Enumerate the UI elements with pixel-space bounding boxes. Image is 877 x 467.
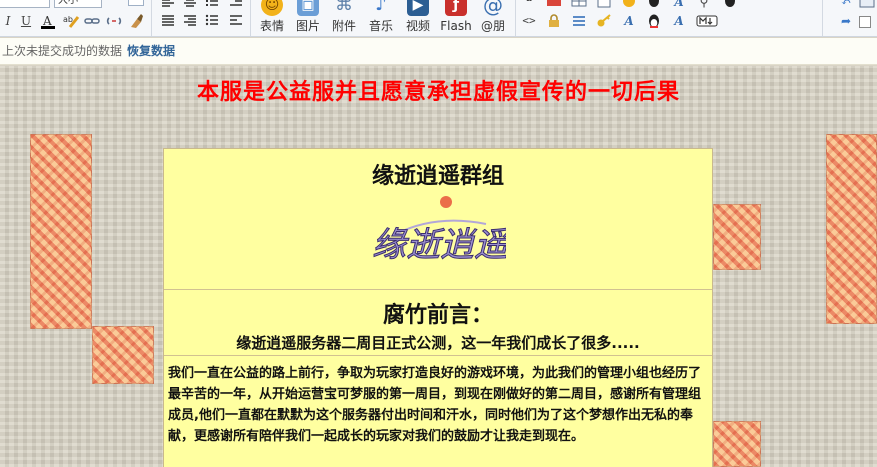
group-title: 缘逝逍遥群组 xyxy=(371,164,504,189)
quote-icon[interactable]: ❝ xyxy=(521,0,537,10)
server-logo: 缘逝逍遥 xyxy=(366,194,512,279)
table-insert-icon[interactable] xyxy=(571,0,587,10)
paperclip-icon: ⌘ xyxy=(335,0,353,15)
decorative-texture-right xyxy=(826,134,877,324)
at-sign-icon: @ xyxy=(483,0,503,17)
font-size-a-icon[interactable]: A xyxy=(671,13,687,29)
unlink-icon[interactable] xyxy=(106,13,122,29)
hide-content-icon[interactable] xyxy=(571,13,587,29)
intro-panel: 缘逝逍遥群组 缘逝逍遥 腐竹前言： 缘逝逍遥服务器二周目正式公测，这一年我们成长… xyxy=(163,148,713,467)
code-icon[interactable]: <> xyxy=(521,13,537,29)
undo-icon[interactable]: ↶ xyxy=(838,0,854,10)
attachment-button[interactable]: ⌘ 附件 xyxy=(324,0,364,36)
font-size-label: 大小 xyxy=(58,0,78,6)
font-family-select[interactable] xyxy=(0,0,50,8)
link-icon[interactable] xyxy=(84,13,100,29)
svg-text:A: A xyxy=(42,14,52,28)
logo-text: 缘逝逍遥 xyxy=(372,225,506,265)
penguin-icon[interactable] xyxy=(722,0,738,10)
page-break-icon[interactable] xyxy=(596,0,612,10)
svg-text:ab: ab xyxy=(63,15,73,24)
emoticon-button[interactable]: ☺ 表情 xyxy=(252,0,292,36)
toolbar-separator xyxy=(250,0,251,36)
indent-icon[interactable] xyxy=(228,0,244,10)
video-icon: ▶ xyxy=(407,0,429,16)
qq-penguin-icon[interactable] xyxy=(646,13,662,29)
align-justify-icon[interactable] xyxy=(160,13,176,29)
flash-button[interactable]: ƒ Flash xyxy=(436,0,476,36)
preface-subtitle: 缘逝逍遥服务器二周目正式公测，这一年我们成长了很多..... xyxy=(236,334,640,352)
text-color-icon[interactable]: A xyxy=(40,13,56,29)
underline-icon[interactable]: U xyxy=(18,13,34,29)
disclaimer-headline: 本服是公益服并且愿意承担虚假宣传的一切后果 xyxy=(196,80,680,105)
music-note-icon: ♪ xyxy=(375,0,387,15)
italic-icon[interactable]: I xyxy=(0,13,16,29)
align-left-icon[interactable] xyxy=(160,0,176,10)
ordered-list-icon[interactable] xyxy=(204,0,220,10)
clear-format-icon[interactable] xyxy=(128,13,144,29)
unordered-list-icon[interactable] xyxy=(204,13,220,29)
align-center-icon[interactable] xyxy=(182,0,198,10)
toolbar-separator xyxy=(822,0,823,36)
quick-insert-icon[interactable]: ⚲ xyxy=(696,0,712,10)
image-icon: ▣ xyxy=(297,0,319,16)
markdown-icon[interactable] xyxy=(696,13,718,29)
free-icon[interactable] xyxy=(546,0,562,10)
toolbar-separator xyxy=(151,0,152,36)
key-icon[interactable] xyxy=(596,13,612,29)
restore-data-link[interactable]: 恢复数据 xyxy=(127,44,175,58)
preface-section: 腐竹前言： 缘逝逍遥服务器二周目正式公测，这一年我们成长了很多..... xyxy=(164,291,712,356)
preview-icon[interactable] xyxy=(859,0,875,10)
highlight-icon[interactable]: ab xyxy=(62,13,80,29)
lock-icon[interactable] xyxy=(546,13,562,29)
qq-icon[interactable] xyxy=(646,0,662,10)
font-style-icon[interactable]: A xyxy=(621,13,637,29)
redo-icon[interactable]: ➦ xyxy=(838,13,854,29)
intro-body-text: 我们一直在公益的路上前行，争取为玩家打造良好的游戏环境，为此我们的管理小组也经历… xyxy=(168,366,702,444)
restore-data-bar: 上次未提交成功的数据 恢复数据 xyxy=(0,38,877,65)
decorative-texture-right-bottom xyxy=(713,421,761,467)
video-button[interactable]: ▶ 视频 xyxy=(398,0,438,36)
source-mode-checkbox[interactable] xyxy=(859,16,871,28)
music-button[interactable]: ♪ 音乐 xyxy=(361,0,401,36)
decorative-texture-left-lower xyxy=(92,326,154,384)
smiley-icon: ☺ xyxy=(261,0,283,16)
decorative-texture-right-inner xyxy=(713,204,761,270)
decorative-texture-left xyxy=(30,134,92,329)
group-section: 缘逝逍遥群组 缘逝逍遥 xyxy=(164,149,712,290)
restore-message: 上次未提交成功的数据 xyxy=(2,44,123,58)
table-icon[interactable] xyxy=(128,0,144,6)
post-content-area: 本服是公益服并且愿意承担虚假宣传的一切后果 缘逝逍遥群组 缘逝逍遥 腐竹前言： … xyxy=(0,66,877,467)
preface-title: 腐竹前言： xyxy=(382,303,493,328)
toolbar-separator xyxy=(515,0,516,36)
editor-toolbar: 大小 I U A ab ☺ 表情 ▣ 图片 ⌘ 附件 ♪ 音乐 ▶ 视频 ƒ F… xyxy=(0,0,877,37)
flash-icon: ƒ xyxy=(445,0,467,16)
outdent-icon[interactable] xyxy=(228,13,244,29)
font-size-select[interactable]: 大小 xyxy=(54,0,102,8)
mention-button[interactable]: @ @朋 xyxy=(473,0,513,36)
font-a-icon[interactable]: A xyxy=(671,0,687,10)
emoji-icon[interactable] xyxy=(621,0,637,10)
align-right-icon[interactable] xyxy=(182,13,198,29)
image-button[interactable]: ▣ 图片 xyxy=(288,0,328,36)
